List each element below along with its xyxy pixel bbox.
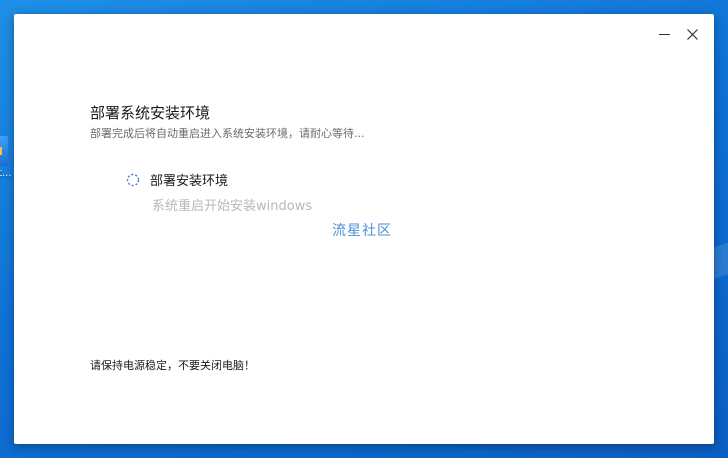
page-title: 部署系统安装环境 [90,104,211,122]
step-description: 系统重启开始安装windows [152,199,313,214]
close-icon [686,28,698,40]
loading-spinner-icon [126,173,140,186]
desktop-background: t... 部署系统安装环境 部署完成后将自动重启进入系统安装环境，请耐心等待..… [0,0,728,458]
desktop-shortcut-label[interactable]: t... [0,168,11,179]
desktop-shortcut-icon[interactable] [0,136,8,166]
installer-window: 部署系统安装环境 部署完成后将自动重启进入系统安装环境，请耐心等待... 部署安… [14,14,714,444]
warning-note: 请保持电源稳定，不要关闭电脑！ [90,359,255,372]
minimize-button[interactable] [654,24,674,44]
watermark-text: 流星社区 [332,223,392,239]
page-subtitle: 部署完成后将自动重启进入系统安装环境，请耐心等待... [90,127,365,140]
close-button[interactable] [682,24,702,44]
minimize-icon [658,33,670,35]
step-title: 部署安装环境 [150,174,229,189]
step-item: 部署安装环境 [126,170,228,189]
